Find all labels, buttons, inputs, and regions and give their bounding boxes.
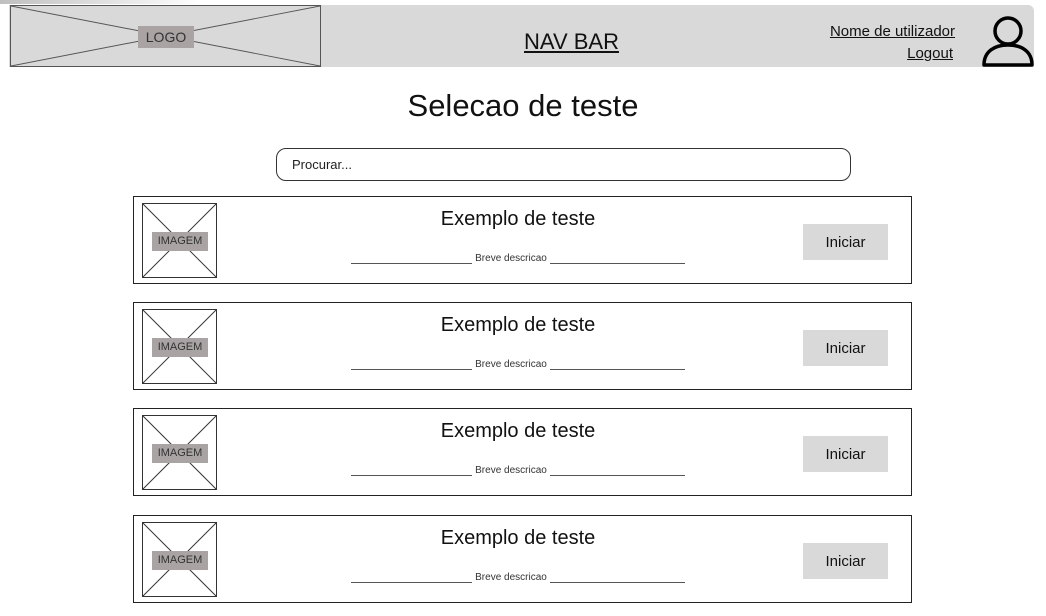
test-description: Breve descricao [351, 465, 685, 479]
image-label: IMAGEM [152, 232, 208, 251]
page-title: Selecao de teste [407, 88, 639, 123]
description-text: Breve descricao [475, 465, 547, 476]
logout-link[interactable]: Logout [907, 45, 953, 62]
description-text: Breve descricao [475, 253, 547, 264]
test-description: Breve descricao [351, 359, 685, 373]
test-description: Breve descricao [351, 253, 685, 267]
test-card: IMAGEM Exemplo de teste Breve descricao … [133, 196, 912, 284]
test-title: Exemplo de teste [440, 420, 596, 442]
start-test-button[interactable]: Iniciar [803, 543, 888, 579]
test-title: Exemplo de teste [440, 527, 596, 549]
description-line [550, 263, 685, 264]
description-line [550, 582, 685, 583]
image-label: IMAGEM [152, 444, 208, 463]
description-text: Breve descricao [475, 572, 547, 583]
image-label: IMAGEM [152, 551, 208, 570]
test-description: Breve descricao [351, 572, 685, 586]
description-line [351, 475, 472, 476]
logo-label: LOGO [138, 26, 194, 48]
test-card: IMAGEM Exemplo de teste Breve descricao … [133, 408, 912, 496]
description-line [550, 475, 685, 476]
nav-bar-title[interactable]: NAV BAR [489, 29, 654, 55]
test-card: IMAGEM Exemplo de teste Breve descricao … [133, 302, 912, 390]
test-card: IMAGEM Exemplo de teste Breve descricao … [133, 515, 912, 603]
user-name-link[interactable]: Nome de utilizador [830, 23, 955, 40]
description-line [351, 369, 472, 370]
test-title: Exemplo de teste [440, 314, 596, 336]
user-icon[interactable] [981, 14, 1035, 68]
description-line [351, 582, 472, 583]
search-input[interactable] [276, 148, 851, 181]
test-title: Exemplo de teste [440, 208, 596, 230]
description-line [550, 369, 685, 370]
description-text: Breve descricao [475, 359, 547, 370]
start-test-button[interactable]: Iniciar [803, 224, 888, 260]
start-test-button[interactable]: Iniciar [803, 436, 888, 472]
window-shadow [0, 0, 200, 4]
start-test-button[interactable]: Iniciar [803, 330, 888, 366]
logo[interactable]: LOGO [10, 5, 321, 67]
description-line [351, 263, 472, 264]
image-label: IMAGEM [152, 338, 208, 357]
